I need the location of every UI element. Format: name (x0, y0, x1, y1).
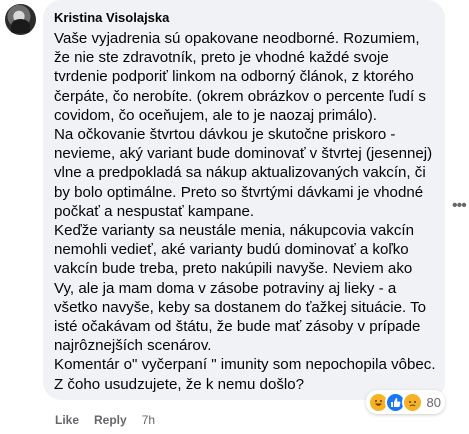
comment-line: že nie ste zdravotník, preto je vhodné k… (54, 49, 389, 67)
like-button[interactable]: Like (55, 412, 79, 428)
comment-actions: Like Reply 7h (55, 412, 155, 428)
comment-line: Vy, ale ja mam doma v zásobe potraviny a… (54, 279, 397, 297)
comment-line: Keďže varianty sa neustále menia, nákupc… (54, 222, 414, 240)
comment-line: by bolo optimálne. Preto so štvrtými dáv… (54, 183, 424, 201)
sad-icon (401, 391, 423, 413)
comment-line: tvrdenie podporiť linkom na odborný člán… (54, 68, 414, 86)
comment-line: Komentár o" vyčerpaní " imunity som nepo… (54, 356, 436, 374)
comment-bubble: Kristina Visolajska Vaše vyjadrenia sú o… (43, 0, 445, 400)
comment-line: isté očakávam od štátu, že bude mať záso… (54, 318, 421, 336)
comment-line: počkať a nespustať kampane. (54, 202, 255, 220)
reactions-summary[interactable]: 80 (365, 390, 445, 414)
comment-line: čerpáte, čo nerobíte. (okrem obrázkov o … (54, 87, 426, 105)
comment-author[interactable]: Kristina Visolajska (54, 9, 169, 27)
comment-line: všetko navyše, keby sa dostanem do ťažke… (54, 298, 427, 316)
comment-line: vlne a predpokladá sa nákup aktualizovan… (54, 164, 426, 182)
comment-line: vakcín bude treba, preto nakúpili navyše… (54, 260, 413, 278)
comment-line: Vaše vyjadrenia sú opakovane neodborné. … (54, 30, 420, 47)
comment-line: Na očkovanie štvrtou dávkou je skutočne … (54, 126, 396, 144)
reply-button[interactable]: Reply (94, 412, 127, 428)
avatar[interactable] (5, 4, 36, 35)
comment-line: nemohli vedieť, aké varianty budú domino… (54, 241, 409, 259)
comment-line: najrôznejších scenárov. (54, 337, 212, 355)
comment-line: nevieme, aký variant bude dominovať v št… (54, 145, 433, 163)
comment-text: Vaše vyjadrenia sú opakovane neodborné. … (54, 29, 436, 394)
reaction-count: 80 (426, 394, 441, 410)
more-horizontal-icon[interactable]: ••• (452, 197, 467, 215)
comment-line: covidom, čo oceňujem, ale to je naozaj p… (54, 106, 377, 124)
comment-timestamp[interactable]: 7h (142, 412, 155, 428)
